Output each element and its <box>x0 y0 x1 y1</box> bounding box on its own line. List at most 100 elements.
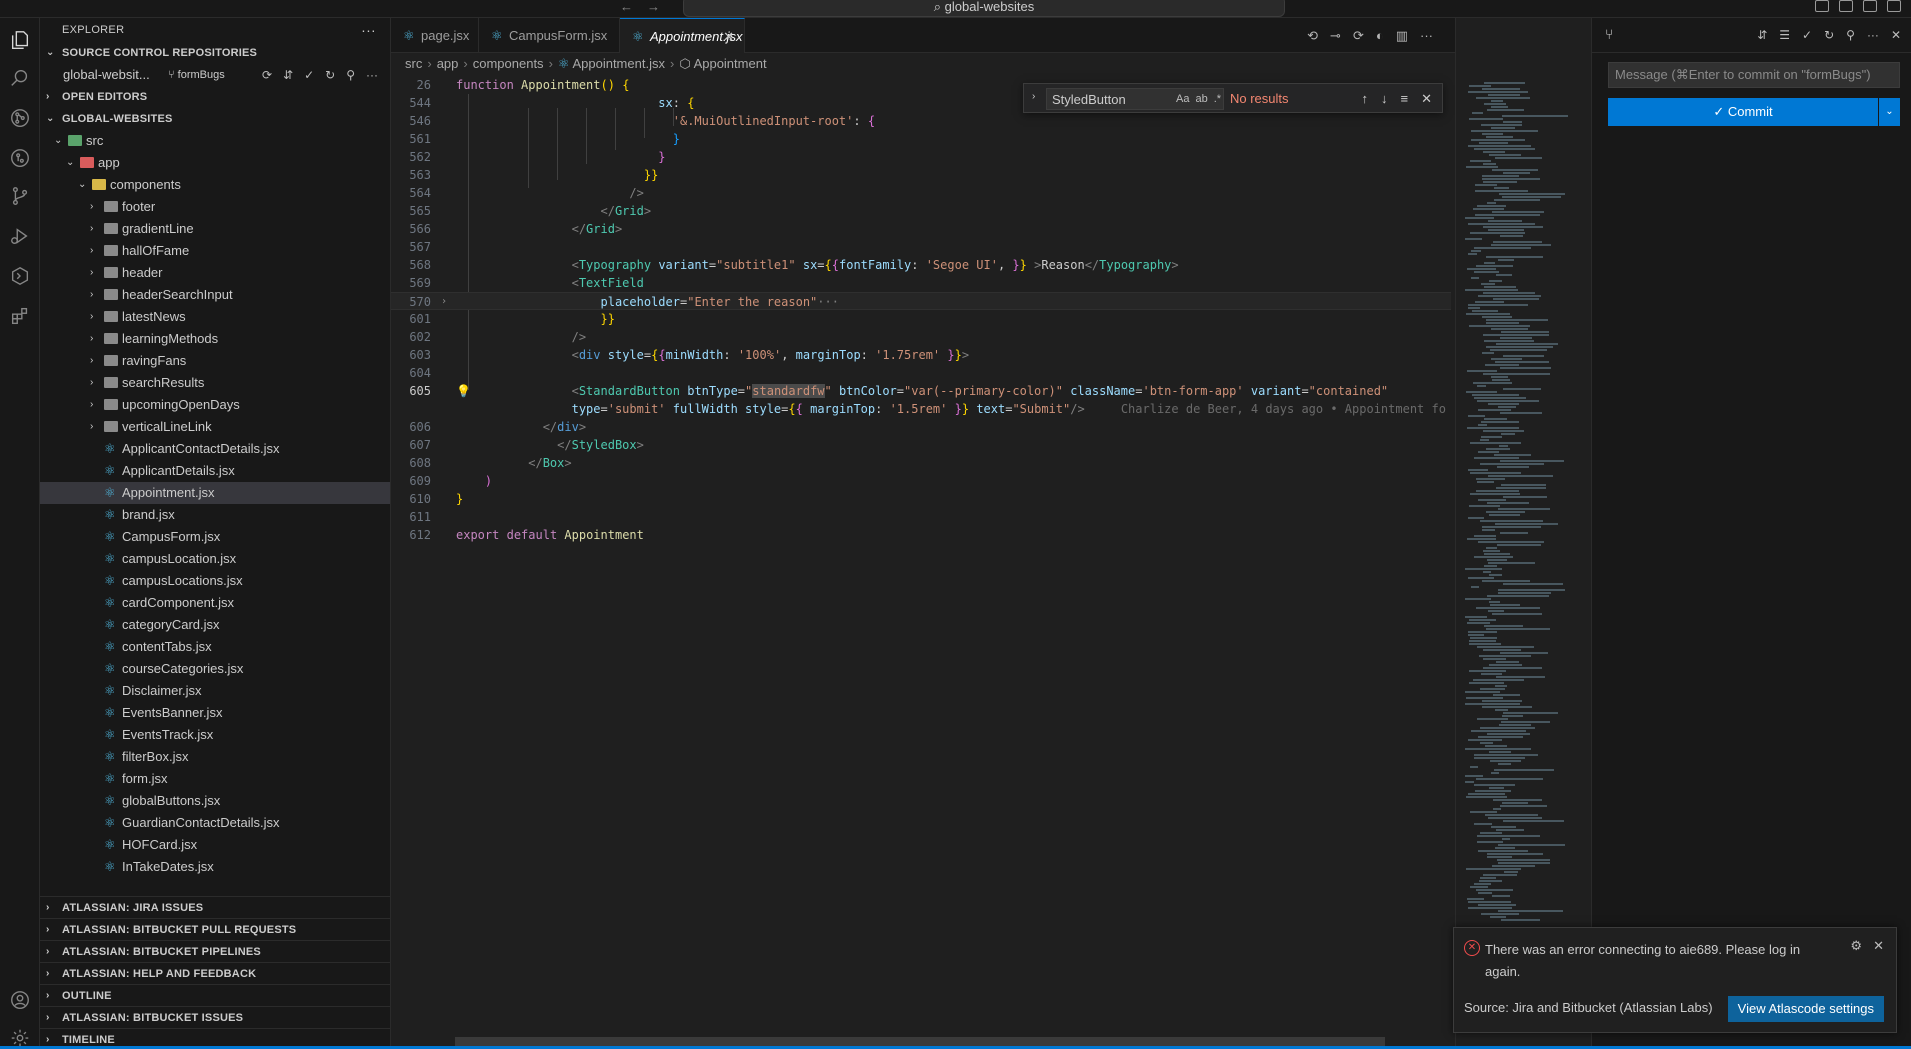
file-item[interactable]: ⚛ Disclaimer.jsx <box>40 680 390 702</box>
find-in-selection-icon[interactable]: ≡ <box>1401 84 1409 114</box>
breadcrumb-item[interactable]: src <box>405 56 422 71</box>
more-actions-icon[interactable]: ··· <box>1420 18 1433 53</box>
graph-icon[interactable]: ⚲ <box>1846 18 1855 53</box>
folder-item[interactable]: › upcomingOpenDays <box>40 394 390 416</box>
file-item[interactable]: ⚛ courseCategories.jsx <box>40 658 390 680</box>
git-forward-icon[interactable]: ⟳ <box>1353 18 1364 53</box>
editor-tab[interactable]: ⚛ page.jsx <box>391 18 479 53</box>
file-item[interactable]: ⚛ EventsTrack.jsx <box>40 724 390 746</box>
gitlens-icon[interactable] <box>8 146 32 170</box>
fetch-icon[interactable]: ⇵ <box>283 64 293 86</box>
more-icon[interactable]: ··· <box>366 64 378 86</box>
sync-icon[interactable]: ⟳ <box>262 64 272 86</box>
commit-button[interactable]: ✓ Commit <box>1608 98 1878 126</box>
breadcrumb-item[interactable]: Appointment.jsx <box>572 56 665 71</box>
split-editor-icon[interactable]: ▥ <box>1396 18 1408 53</box>
file-item[interactable]: ⚛ filterBox.jsx <box>40 746 390 768</box>
search-icon[interactable] <box>8 66 32 90</box>
folder-item[interactable]: › searchResults <box>40 372 390 394</box>
customize-layout-icon[interactable] <box>1887 0 1901 12</box>
match-case-toggle[interactable]: Aa <box>1176 88 1189 110</box>
breadcrumb-item[interactable]: app <box>437 56 459 71</box>
extensions-icon[interactable] <box>8 304 32 328</box>
view-as-list-icon[interactable]: ☰ <box>1779 18 1790 53</box>
file-item[interactable]: ⚛ CampusForm.jsx <box>40 526 390 548</box>
close-icon[interactable]: ✕ <box>1421 84 1432 114</box>
file-item[interactable]: ⚛ form.jsx <box>40 768 390 790</box>
file-item[interactable]: ⚛ ApplicantContactDetails.jsx <box>40 438 390 460</box>
graph-icon[interactable]: ⚲ <box>346 64 355 86</box>
explorer-icon[interactable] <box>8 28 32 52</box>
folder-item[interactable]: › verticalLineLink <box>40 416 390 438</box>
section-header[interactable]: › ATLASSIAN: BITBUCKET ISSUES <box>40 1006 390 1028</box>
file-item[interactable]: ⚛ HOFCard.jsx <box>40 834 390 856</box>
repository-row[interactable]: global-websit... ⑂ formBugs ⟳ ⇵ ✓ ↻ ⚲ ··… <box>40 64 390 86</box>
git-blame-annotation[interactable]: Charlize de Beer, 4 days ago • Appointme… <box>1121 402 1446 416</box>
section-header[interactable]: › ATLASSIAN: BITBUCKET PULL REQUESTS <box>40 918 390 940</box>
timeline-back-icon[interactable]: ⟲ <box>1307 18 1318 53</box>
file-item[interactable]: ⚛ campusLocations.jsx <box>40 570 390 592</box>
file-item[interactable]: ⚛ InTakeDates.jsx <box>40 856 390 878</box>
next-match-icon[interactable]: ↓ <box>1381 84 1388 114</box>
file-item[interactable]: ⚛ globalButtons.jsx <box>40 790 390 812</box>
folder-item[interactable]: › footer <box>40 196 390 218</box>
branch-indicator[interactable]: ⑂ formBugs <box>168 64 225 86</box>
folder-item[interactable]: › headerSearchInput <box>40 284 390 306</box>
folder-item[interactable]: › ravingFans <box>40 350 390 372</box>
file-item[interactable]: ⚛ contentTabs.jsx <box>40 636 390 658</box>
breadcrumb-item[interactable]: Appointment <box>694 56 767 71</box>
git-commit-icon[interactable]: ⊸ <box>1330 18 1341 53</box>
close-icon[interactable]: ✕ <box>723 19 734 54</box>
file-item[interactable]: ⚛ GuardianContactDetails.jsx <box>40 812 390 834</box>
file-item[interactable]: ⚛ brand.jsx <box>40 504 390 526</box>
file-item[interactable]: ⚛ ApplicantDetails.jsx <box>40 460 390 482</box>
more-actions-icon[interactable]: ··· <box>1867 18 1879 53</box>
commit-check-icon[interactable]: ✓ <box>1802 18 1812 53</box>
source-control-icon[interactable] <box>8 184 32 208</box>
folder-item[interactable]: › gradientLine <box>40 218 390 240</box>
file-item[interactable]: ⚛ campusLocation.jsx <box>40 548 390 570</box>
folder-item[interactable]: › learningMethods <box>40 328 390 350</box>
file-item[interactable]: ⚛ cardComponent.jsx <box>40 592 390 614</box>
folder-item[interactable]: ⌄ app <box>40 152 390 174</box>
back-arrow-icon[interactable]: ← <box>620 0 633 14</box>
breadcrumb-item[interactable]: components <box>473 56 544 71</box>
previous-match-icon[interactable]: ↑ <box>1362 84 1369 114</box>
toggle-primary-sidebar-icon[interactable] <box>1815 0 1829 12</box>
gitlens-blame-icon[interactable]: ◐ <box>1376 18 1384 53</box>
toggle-replace-chevron-icon[interactable]: › <box>1032 91 1035 102</box>
folder-item[interactable]: › hallOfFame <box>40 240 390 262</box>
close-icon[interactable]: ✕ <box>1873 938 1884 954</box>
fetch-icon[interactable]: ⇵ <box>1757 18 1767 53</box>
section-open-editors[interactable]: › OPEN EDITORS <box>40 86 390 108</box>
file-item[interactable]: ⚛ categoryCard.jsx <box>40 614 390 636</box>
folder-item[interactable]: › latestNews <box>40 306 390 328</box>
editor-tab[interactable]: ⚛ CampusForm.jsx <box>479 18 620 53</box>
account-icon[interactable] <box>8 988 32 1012</box>
commit-options-dropdown[interactable]: ⌄ <box>1879 98 1900 126</box>
section-header[interactable]: › OUTLINE <box>40 984 390 1006</box>
run-debug-icon[interactable] <box>8 224 32 248</box>
file-item[interactable]: ⚛ Appointment.jsx <box>40 482 390 504</box>
chevron-right-icon[interactable]: › <box>441 293 447 311</box>
section-scm-repositories[interactable]: ⌄ SOURCE CONTROL REPOSITORIES <box>40 42 390 64</box>
commit-message-input[interactable]: Message (⌘Enter to commit on "formBugs") <box>1608 62 1900 88</box>
regex-toggle[interactable]: .* <box>1214 88 1221 110</box>
refresh-icon[interactable]: ↻ <box>325 64 335 86</box>
section-header[interactable]: › ATLASSIAN: HELP AND FEEDBACK <box>40 962 390 984</box>
folder-item[interactable]: › header <box>40 262 390 284</box>
git-graph-icon[interactable] <box>8 106 32 130</box>
file-item[interactable]: ⚛ EventsBanner.jsx <box>40 702 390 724</box>
remote-explorer-icon[interactable] <box>8 264 32 288</box>
folder-item[interactable]: ⌄ components <box>40 174 390 196</box>
match-word-toggle[interactable]: ab <box>1195 88 1207 110</box>
close-icon[interactable]: ✕ <box>1891 18 1901 53</box>
toggle-panel-icon[interactable] <box>1839 0 1853 12</box>
section-header[interactable]: › ATLASSIAN: JIRA ISSUES <box>40 896 390 918</box>
folder-item[interactable]: ⌄ src <box>40 130 390 152</box>
refresh-icon[interactable]: ↻ <box>1824 18 1834 53</box>
section-workspace[interactable]: ⌄ GLOBAL-WEBSITES <box>40 108 390 130</box>
toggle-secondary-sidebar-icon[interactable] <box>1863 0 1877 12</box>
section-header[interactable]: › ATLASSIAN: BITBUCKET PIPELINES <box>40 940 390 962</box>
command-center[interactable]: ⌕ global-websites <box>683 0 1285 17</box>
